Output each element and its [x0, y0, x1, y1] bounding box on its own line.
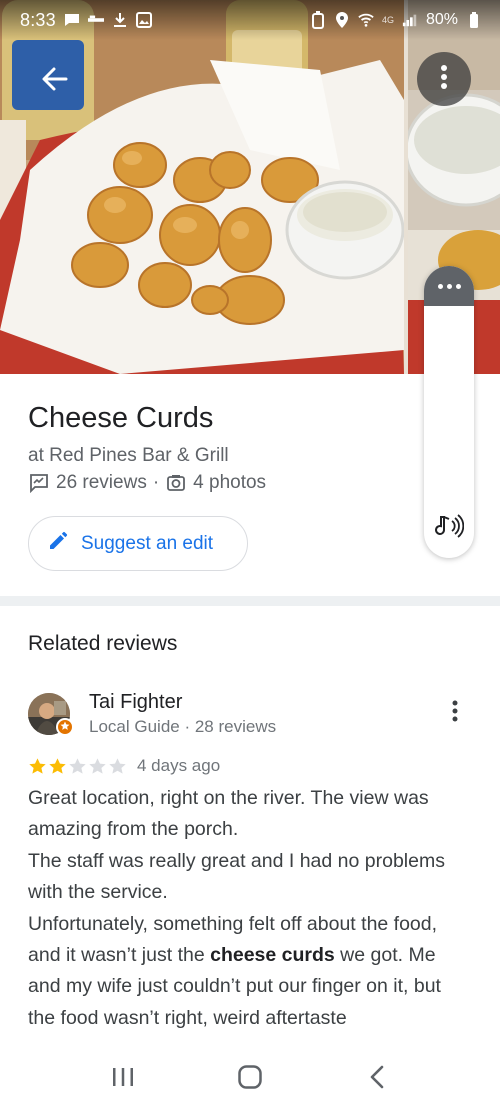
review-paragraph: Unfortunately, something felt off about …	[28, 909, 468, 1035]
nav-back-button[interactable]	[347, 1049, 407, 1109]
suggest-edit-button[interactable]: Suggest an edit	[28, 516, 248, 571]
handle-dot	[437, 283, 443, 289]
wifi-icon	[358, 12, 374, 28]
back-button[interactable]	[32, 58, 78, 104]
network-type: 4G	[381, 15, 394, 25]
pencil-icon	[47, 530, 69, 557]
handle-dot	[446, 283, 452, 289]
image-icon	[135, 12, 152, 28]
home-icon	[237, 1064, 263, 1095]
photos-count[interactable]: 4 photos	[193, 472, 266, 494]
handle-dot	[455, 283, 461, 289]
main-photo[interactable]	[0, 0, 404, 374]
star-filled-icon	[49, 757, 66, 774]
star-badge-icon	[60, 718, 70, 736]
audio-icon	[434, 513, 465, 544]
battery-icon	[466, 12, 482, 28]
place-meta: 26 reviews · 4 photos	[28, 472, 266, 494]
download-icon	[112, 12, 128, 28]
home-button[interactable]	[220, 1049, 280, 1109]
star-empty-icon	[69, 757, 86, 774]
suggest-edit-label: Suggest an edit	[81, 532, 214, 554]
review-icon	[28, 472, 50, 494]
star-filled-icon	[29, 757, 46, 774]
star-empty-icon	[109, 757, 126, 774]
review-rating: 4 days ago	[28, 756, 220, 776]
arrow-left-icon	[40, 64, 70, 99]
battery-percent: 80%	[425, 11, 458, 28]
status-time: 8:33	[20, 9, 56, 30]
star-empty-icon	[89, 757, 106, 774]
notification-icon	[87, 12, 104, 28]
location-icon	[334, 12, 350, 28]
chevron-left-icon	[368, 1065, 386, 1094]
camera-icon	[165, 472, 187, 494]
floating-accessibility-panel[interactable]	[424, 266, 474, 558]
review-paragraph: The staff was really great and I had no …	[28, 849, 445, 904]
place-subtitle[interactable]: at Red Pines Bar & Grill	[28, 445, 229, 467]
meta-separator: ·	[152, 472, 160, 493]
reviews-count[interactable]: 26 reviews	[56, 472, 147, 494]
more-vert-icon	[452, 700, 458, 727]
review-paragraph: Great location, right on the river. The …	[28, 787, 429, 841]
related-reviews-title: Related reviews	[28, 632, 178, 655]
recents-icon	[111, 1066, 135, 1093]
section-divider	[0, 596, 500, 606]
reviewer-name[interactable]: Tai Fighter	[89, 691, 182, 714]
more-options-button[interactable]	[417, 52, 471, 106]
system-nav-bar	[0, 1046, 500, 1112]
signal-icon	[402, 12, 418, 28]
more-vert-icon	[440, 64, 448, 95]
page-title: Cheese Curds	[28, 402, 214, 434]
review-highlight: cheese curds	[210, 944, 335, 967]
recents-button[interactable]	[93, 1049, 153, 1109]
local-guide-badge	[56, 718, 74, 736]
review-text[interactable]: Great location, right on the river. The …	[28, 783, 468, 1045]
message-icon	[64, 12, 80, 28]
audio-button[interactable]	[424, 510, 474, 546]
battery-saver-icon	[310, 11, 326, 29]
reviewer-meta: Local Guide · 28 reviews	[89, 717, 277, 736]
star-rating	[28, 757, 128, 776]
review-more-button[interactable]	[440, 698, 470, 728]
review-date: 4 days ago	[137, 756, 221, 775]
status-bar: 8:33 4G 80%	[0, 0, 500, 40]
